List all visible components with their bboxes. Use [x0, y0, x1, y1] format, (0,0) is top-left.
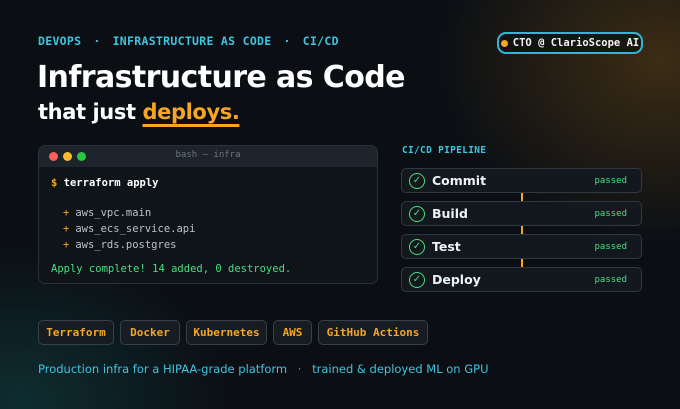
check-icon: ✓ [409, 238, 425, 255]
stage-status: passed [594, 274, 627, 285]
plus-icon: + [63, 207, 70, 219]
terminal-titlebar: bash — infra [39, 146, 377, 167]
category-devops: DEVOPS [38, 34, 82, 48]
role-badge: CTO @ ClarioScope AI [497, 32, 643, 54]
stage-status: passed [594, 208, 627, 219]
stage-name: Deploy [432, 272, 481, 287]
footer-separator: · [297, 362, 302, 376]
headline-subtitle: that just deploys. [38, 100, 240, 124]
pipeline-connector [521, 193, 523, 201]
pipeline-stage-deploy: ✓ Deploy passed [401, 267, 642, 292]
stage-status: passed [594, 175, 627, 186]
check-icon: ✓ [409, 172, 425, 189]
tag-aws: AWS [273, 320, 312, 345]
stage-name: Commit [432, 173, 487, 188]
apply-result: Apply complete! 14 added, 0 destroyed. [51, 263, 292, 275]
terminal-window: bash — infra $ terraform apply + aws_vpc.… [38, 145, 378, 284]
resource-item: + aws_ecs_service.api [63, 223, 196, 235]
tag-docker: Docker [120, 320, 180, 345]
plus-icon: + [63, 239, 70, 251]
terminal-output: $ terraform apply + aws_vpc.main + aws_ecs… [39, 167, 377, 283]
pipeline-stage-commit: ✓ Commit passed [401, 168, 642, 193]
category-iac: INFRASTRUCTURE AS CODE [112, 34, 272, 48]
footer-summary: Production infra for a HIPAA-grade platf… [38, 362, 489, 376]
tag-terraform: Terraform [38, 320, 114, 345]
pipeline-connector [521, 259, 523, 267]
tag-kubernetes: Kubernetes [186, 320, 267, 345]
terminal-title: bash — infra [175, 150, 241, 160]
footer-part-2: trained & deployed ML on GPU [312, 362, 489, 376]
headline-subtitle-prefix: that just [38, 100, 136, 124]
category-separator: · [283, 34, 291, 48]
stage-name: Test [432, 239, 461, 254]
category-line: DEVOPS · INFRASTRUCTURE AS CODE · CI/CD [38, 34, 339, 48]
pipeline-stage-test: ✓ Test passed [401, 234, 642, 259]
resource-item: + aws_vpc.main [63, 207, 152, 219]
status-dot-icon [500, 39, 508, 47]
terminal-command-line: $ terraform apply [51, 177, 365, 189]
pipeline-title: CI/CD PIPELINE [402, 145, 487, 156]
check-icon: ✓ [409, 205, 425, 222]
plus-icon: + [63, 223, 70, 235]
pipeline-connector [521, 226, 523, 234]
terminal-command: terraform apply [63, 177, 159, 189]
footer-part-1: Production infra for a HIPAA-grade platf… [38, 362, 288, 376]
headline-accent-word: deploys. [142, 100, 240, 124]
role-badge-label: CTO @ ClarioScope AI [512, 37, 640, 49]
tag-github-actions: GitHub Actions [318, 320, 428, 345]
category-separator: · [93, 34, 101, 48]
resource-list: + aws_vpc.main + aws_ecs_service.api + aws_… [51, 205, 365, 253]
headline-title: Infrastructure as Code [37, 60, 405, 95]
check-icon: ✓ [409, 271, 425, 288]
terminal-prompt: $ [51, 177, 58, 189]
stage-status: passed [594, 241, 627, 252]
stage-name: Build [432, 206, 468, 221]
pipeline-stage-build: ✓ Build passed [401, 201, 642, 226]
resource-item: + aws_rds.postgres [63, 239, 177, 251]
category-cicd: CI/CD [302, 34, 339, 48]
